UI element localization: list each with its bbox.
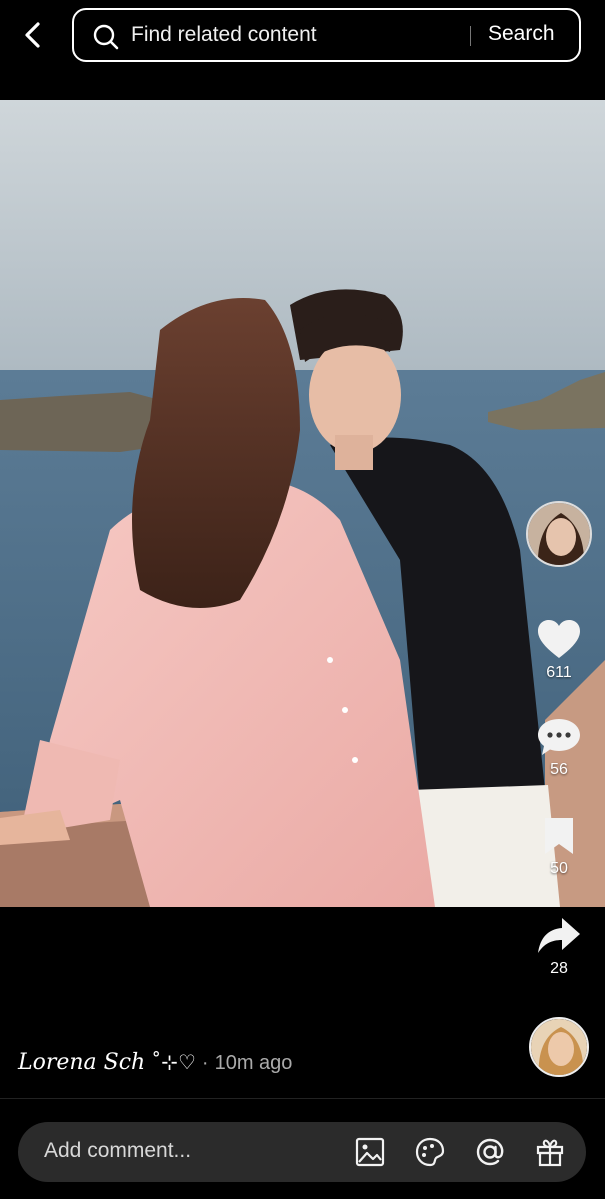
- search-input[interactable]: Find related content: [131, 23, 317, 47]
- like-count: 611: [546, 664, 572, 681]
- back-icon: [25, 22, 40, 48]
- comment-bar[interactable]: Add comment...: [18, 1122, 586, 1182]
- share-icon: [538, 918, 580, 953]
- heart-icon: [538, 620, 580, 658]
- meta-separator: ·: [201, 1052, 209, 1074]
- top-bar: Find related content Search: [0, 0, 605, 100]
- save-button[interactable]: 50: [529, 816, 589, 878]
- search-field[interactable]: Find related content Search: [72, 8, 581, 62]
- save-count: 50: [550, 860, 568, 877]
- comment-input[interactable]: Add comment...: [44, 1139, 191, 1163]
- comment-button[interactable]: 56: [529, 717, 589, 779]
- bookmark-icon: [545, 818, 573, 854]
- post-timestamp: 10m ago: [214, 1052, 293, 1074]
- author-avatar[interactable]: [526, 501, 592, 567]
- comment-icon: [538, 719, 580, 755]
- search-icon: [93, 24, 119, 50]
- search-divider: [470, 26, 471, 46]
- emoji-icon[interactable]: [414, 1136, 446, 1168]
- search-button[interactable]: Search: [488, 22, 555, 46]
- share-button[interactable]: 28: [529, 916, 589, 978]
- post-photo[interactable]: [0, 100, 605, 907]
- creator-avatar[interactable]: [529, 1017, 589, 1077]
- author-name[interactable]: Lorena Sch: [18, 1050, 145, 1075]
- share-count: 28: [550, 960, 568, 977]
- divider: [0, 1098, 605, 1099]
- mention-icon[interactable]: [474, 1136, 506, 1168]
- image-icon[interactable]: [354, 1136, 386, 1168]
- gift-icon[interactable]: [534, 1136, 566, 1168]
- like-button[interactable]: 611: [529, 618, 589, 682]
- comment-count: 56: [550, 761, 568, 778]
- author-decoration: ˚⊹♡: [151, 1050, 196, 1074]
- post-meta: Lorena Sch ˚⊹♡ · 10m ago: [18, 1050, 292, 1075]
- back-button[interactable]: [18, 20, 48, 50]
